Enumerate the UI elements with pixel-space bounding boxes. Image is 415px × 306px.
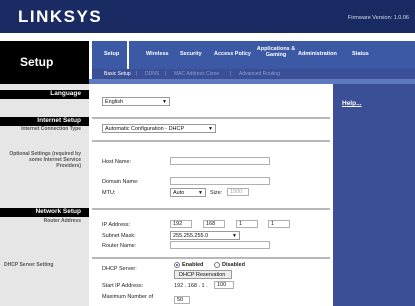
host-name-input[interactable] — [170, 157, 270, 165]
ip-octet-3[interactable]: 1 — [236, 220, 258, 228]
start-ip-last-octet[interactable]: 100 — [214, 281, 234, 289]
router-name-input[interactable] — [170, 241, 270, 249]
section-title-network-setup: Network Setup — [35, 208, 81, 215]
ip-address-label: IP Address: — [102, 222, 131, 228]
max-users-label: Maximum Number of — [102, 294, 154, 300]
domain-name-label: Domain Name: — [102, 179, 139, 185]
label-optional-settings: Optional Settings (required by some Inte… — [9, 151, 81, 169]
section-rule — [92, 257, 330, 259]
page-title-box: Setup — [0, 41, 89, 84]
connection-type-value: Automatic Configuration - DHCP — [105, 126, 185, 132]
header-bar: LINKSYS Firmware Version: 1.0.06 — [0, 0, 415, 33]
subtab-advanced-routing[interactable]: Advanced Routing — [239, 71, 280, 77]
subtab-mac-address-clone[interactable]: MAC Address Clone — [174, 71, 219, 77]
dhcp-disabled-label: Disabled — [222, 262, 245, 268]
ip-octet-2[interactable]: 168 — [203, 220, 225, 228]
tab-administration[interactable]: Administration — [298, 51, 337, 57]
domain-name-input[interactable] — [170, 177, 270, 185]
dhcp-server-label: DHCP Server: — [102, 266, 137, 272]
radio-selected-icon[interactable] — [174, 262, 180, 268]
tab-applications-gaming[interactable]: Applications & Gaming — [254, 46, 298, 58]
subnet-mask-select[interactable]: 255.255.255.0 ▼ — [170, 231, 240, 240]
subtab-separator: | — [165, 71, 167, 77]
start-ip-label: Start IP Address: — [102, 283, 144, 289]
section-title-internet-setup: Internet Setup — [37, 117, 81, 124]
mtu-size-input[interactable]: 1500 — [227, 188, 249, 196]
section-bar-language: Language — [0, 90, 89, 99]
mtu-mode-select[interactable]: Auto ▼ — [170, 188, 206, 197]
firmware-version: Firmware Version: 1.0.06 — [347, 15, 409, 21]
section-bar-network-setup: Network Setup — [0, 208, 89, 217]
section-rule — [92, 117, 330, 119]
mtu-mode-value: Auto — [173, 190, 185, 196]
dhcp-disabled-radio[interactable] — [214, 262, 220, 268]
sub-tab-bar: Basic Setup | DDNS | MAC Address Clone |… — [92, 69, 415, 79]
help-link[interactable]: Help... — [342, 100, 362, 107]
subtab-basic-setup[interactable]: Basic Setup — [104, 71, 131, 77]
connection-type-select[interactable]: Automatic Configuration - DHCP ▼ — [102, 124, 216, 133]
subtab-separator: | — [230, 71, 232, 77]
host-name-label: Host Name: — [102, 159, 132, 165]
tab-security[interactable]: Security — [180, 51, 202, 57]
chevron-down-icon: ▼ — [208, 126, 213, 132]
mtu-label: MTU: — [102, 190, 116, 196]
chevron-down-icon: ▼ — [162, 99, 167, 105]
dhcp-reservation-button[interactable]: DHCP Reservation — [174, 270, 232, 279]
subtab-ddns[interactable]: DDNS — [145, 71, 159, 77]
tab-access-policy[interactable]: Access Policy — [214, 51, 251, 57]
tab-status[interactable]: Status — [352, 51, 369, 57]
section-bar-internet-setup: Internet Setup — [0, 117, 89, 126]
max-users-input[interactable]: 50 — [174, 296, 190, 304]
subtab-separator: | — [136, 71, 138, 77]
subnet-mask-label: Subnet Mask: — [102, 233, 136, 239]
section-sidebar: Language Internet Setup Internet Connect… — [0, 84, 89, 306]
language-select[interactable]: English ▼ — [102, 97, 170, 106]
label-internet-connection-type: Internet Connection Type — [21, 126, 81, 132]
chevron-down-icon: ▼ — [232, 233, 237, 239]
subnet-mask-value: 255.255.255.0 — [173, 233, 209, 239]
start-ip-prefix: 192 . 168 . 1 . — [174, 283, 208, 289]
ip-octet-4[interactable]: 1 — [268, 220, 290, 228]
dhcp-enabled-label: Enabled — [182, 262, 204, 268]
size-label: Size: — [210, 190, 223, 196]
section-title-language: Language — [50, 90, 81, 97]
section-rule — [92, 208, 330, 210]
tab-wireless[interactable]: Wireless — [146, 51, 169, 57]
label-dhcp-server-setting: DHCP Server Setting — [4, 262, 54, 268]
section-rule — [92, 140, 330, 142]
linksys-logo: LINKSYS — [18, 7, 103, 26]
chevron-down-icon: ▼ — [198, 190, 203, 196]
header-gap — [0, 33, 415, 41]
ip-octet-1[interactable]: 192 — [170, 220, 192, 228]
router-name-label: Router Name: — [102, 243, 137, 249]
page-title: Setup — [20, 55, 54, 69]
label-router-address: Router Address — [43, 218, 81, 224]
tab-setup[interactable]: Setup — [104, 51, 119, 57]
language-value: English — [105, 99, 124, 105]
help-panel: Help... — [333, 84, 415, 306]
